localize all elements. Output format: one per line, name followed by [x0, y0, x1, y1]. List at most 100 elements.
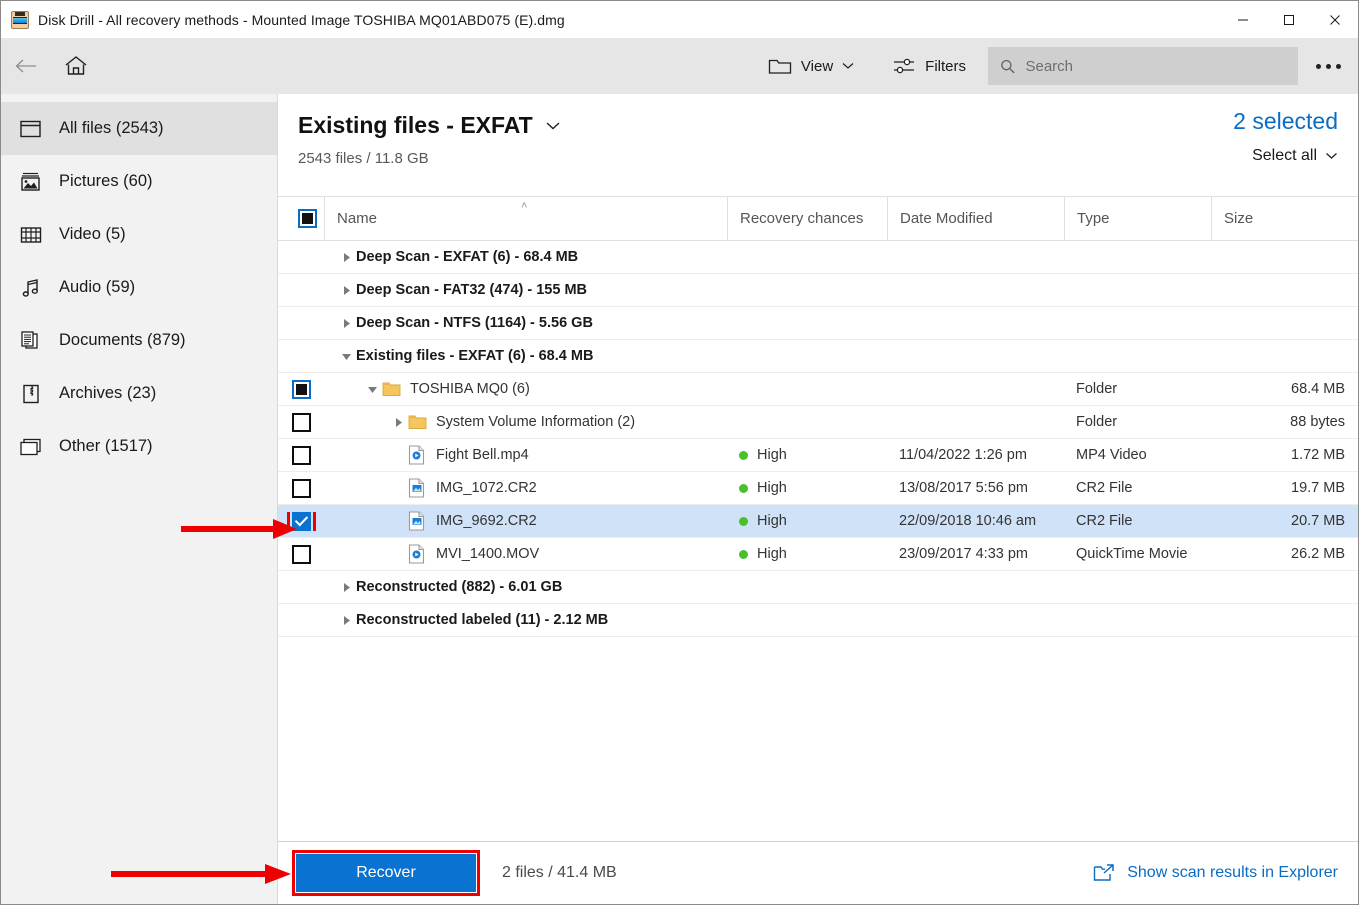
recovery-chance-dot: [739, 451, 748, 460]
view-button[interactable]: View: [758, 46, 864, 86]
collapse-triangle-icon[interactable]: [336, 350, 356, 363]
row-recovery-cell: High: [727, 513, 887, 529]
select-all-button[interactable]: Select all: [1233, 147, 1338, 165]
column-label: Recovery chances: [740, 210, 863, 227]
film-icon: [19, 223, 43, 247]
sidebar-item-all-files[interactable]: All files (2543): [1, 102, 277, 155]
expand-triangle-icon[interactable]: [336, 317, 356, 330]
row-type-cell: MP4 Video: [1064, 447, 1211, 463]
row-date-cell: 22/09/2018 10:46 am: [887, 513, 1064, 529]
row-checkbox[interactable]: [292, 545, 311, 564]
row-select-cell[interactable]: [278, 545, 324, 564]
expand-triangle-icon[interactable]: [336, 284, 356, 297]
date-label: 11/04/2022 1:26 pm: [899, 447, 1027, 463]
row-name-cell: Deep Scan - NTFS (1164) - 5.56 GB: [324, 315, 727, 331]
sidebar-item-video[interactable]: Video (5): [1, 208, 277, 261]
column-header-size[interactable]: Size: [1211, 196, 1359, 241]
table-row[interactable]: Reconstructed (882) - 6.01 GB: [278, 571, 1358, 604]
row-checkbox-checked[interactable]: [292, 512, 311, 531]
row-size-cell: 20.7 MB: [1211, 513, 1358, 529]
row-name-label: Deep Scan - FAT32 (474) - 155 MB: [356, 282, 587, 298]
table-row[interactable]: MVI_1400.MOVHigh23/09/2017 4:33 pmQuickT…: [278, 538, 1358, 571]
checkbox-wrapper[interactable]: [292, 512, 311, 531]
collapse-triangle-icon[interactable]: [362, 383, 382, 396]
sidebar-item-documents[interactable]: Documents (879): [1, 314, 277, 367]
expand-triangle-icon[interactable]: [336, 614, 356, 627]
table-row[interactable]: IMG_9692.CR2High22/09/2018 10:46 amCR2 F…: [278, 505, 1358, 538]
maximize-button[interactable]: [1266, 1, 1312, 38]
show-in-explorer-link[interactable]: Show scan results in Explorer: [1093, 863, 1338, 883]
row-name-label: Reconstructed (882) - 6.01 GB: [356, 579, 562, 595]
row-select-cell[interactable]: [278, 479, 324, 498]
page-title[interactable]: Existing files - EXFAT: [298, 112, 1338, 139]
expand-triangle-icon[interactable]: [388, 416, 408, 429]
row-select-cell[interactable]: [278, 380, 324, 399]
row-checkbox[interactable]: [292, 479, 311, 498]
size-label: 1.72 MB: [1291, 447, 1345, 463]
column-header-date-modified[interactable]: Date Modified: [887, 196, 1064, 241]
recovery-chance-label: High: [757, 447, 787, 463]
checkbox-wrapper[interactable]: [292, 479, 311, 498]
nav-buttons: [1, 41, 101, 91]
row-name-label: System Volume Information (2): [436, 414, 635, 430]
minimize-button[interactable]: [1220, 1, 1266, 38]
row-size-cell: 88 bytes: [1211, 414, 1358, 430]
row-name-cell: Reconstructed (882) - 6.01 GB: [324, 579, 727, 595]
checkbox-wrapper[interactable]: [292, 446, 311, 465]
row-name-cell: MVI_1400.MOV: [324, 544, 727, 564]
table-row[interactable]: System Volume Information (2) Folder 88 by…: [278, 406, 1358, 439]
back-button[interactable]: [1, 41, 51, 91]
date-label: 23/09/2017 4:33 pm: [899, 546, 1028, 562]
checkbox-wrapper[interactable]: [292, 413, 311, 432]
row-name-label: Reconstructed labeled (11) - 2.12 MB: [356, 612, 608, 628]
row-select-cell[interactable]: [278, 413, 324, 432]
sidebar-item-label: Video (5): [59, 225, 126, 244]
search-box[interactable]: [988, 47, 1298, 85]
table-row[interactable]: Reconstructed labeled (11) - 2.12 MB: [278, 604, 1358, 637]
table-row[interactable]: Fight Bell.mp4High11/04/2022 1:26 pmMP4 …: [278, 439, 1358, 472]
chevron-down-icon: [842, 62, 854, 70]
row-select-cell[interactable]: [278, 446, 324, 465]
column-label: Name: [337, 210, 377, 227]
column-header-recovery-chances[interactable]: Recovery chances: [727, 196, 887, 241]
close-button[interactable]: [1312, 1, 1358, 38]
table-row[interactable]: IMG_1072.CR2High13/08/2017 5:56 pmCR2 Fi…: [278, 472, 1358, 505]
filters-button[interactable]: Filters: [882, 46, 976, 86]
header-checkbox[interactable]: [298, 209, 317, 228]
home-button[interactable]: [51, 41, 101, 91]
checkbox-wrapper[interactable]: [292, 545, 311, 564]
toolbar-right-group: View Filters: [758, 38, 1358, 94]
expand-triangle-icon[interactable]: [336, 581, 356, 594]
table-row[interactable]: Existing files - EXFAT (6) - 68.4 MB: [278, 340, 1358, 373]
table-row[interactable]: Deep Scan - FAT32 (474) - 155 MB: [278, 274, 1358, 307]
row-name-label: MVI_1400.MOV: [436, 546, 539, 562]
recover-button[interactable]: Recover: [296, 854, 476, 892]
row-name-cell: TOSHIBA MQ0 (6): [324, 381, 727, 397]
search-input[interactable]: [1025, 58, 1286, 75]
table-header-row: Name Recovery chances Date Modified Type…: [278, 196, 1358, 241]
row-checkbox[interactable]: [292, 446, 311, 465]
row-checkbox-partial[interactable]: [292, 380, 311, 399]
chevron-down-icon: [1325, 152, 1338, 160]
sidebar-item-pictures[interactable]: Pictures (60): [1, 155, 277, 208]
table-row[interactable]: TOSHIBA MQ0 (6)Folder68.4 MB: [278, 373, 1358, 406]
search-icon: [1000, 58, 1015, 75]
more-options-button[interactable]: [1298, 42, 1358, 90]
folder-icon: [408, 414, 428, 430]
sidebar-item-audio[interactable]: Audio (59): [1, 261, 277, 314]
row-name-label: IMG_9692.CR2: [436, 513, 537, 529]
expand-triangle-icon[interactable]: [336, 251, 356, 264]
row-checkbox[interactable]: [292, 413, 311, 432]
sidebar-item-archives[interactable]: Archives (23): [1, 367, 277, 420]
type-label: Folder: [1076, 414, 1117, 430]
size-label: 20.7 MB: [1291, 513, 1345, 529]
row-select-cell[interactable]: [278, 512, 324, 531]
checkbox-wrapper[interactable]: [292, 380, 311, 399]
archive-zip-icon: [19, 382, 43, 406]
table-row[interactable]: Deep Scan - NTFS (1164) - 5.56 GB: [278, 307, 1358, 340]
column-header-type[interactable]: Type: [1064, 196, 1211, 241]
sidebar-item-other[interactable]: Other (1517): [1, 420, 277, 473]
header-select-all-cell[interactable]: [278, 196, 324, 241]
row-recovery-cell: High: [727, 546, 887, 562]
table-row[interactable]: Deep Scan - EXFAT (6) - 68.4 MB: [278, 241, 1358, 274]
